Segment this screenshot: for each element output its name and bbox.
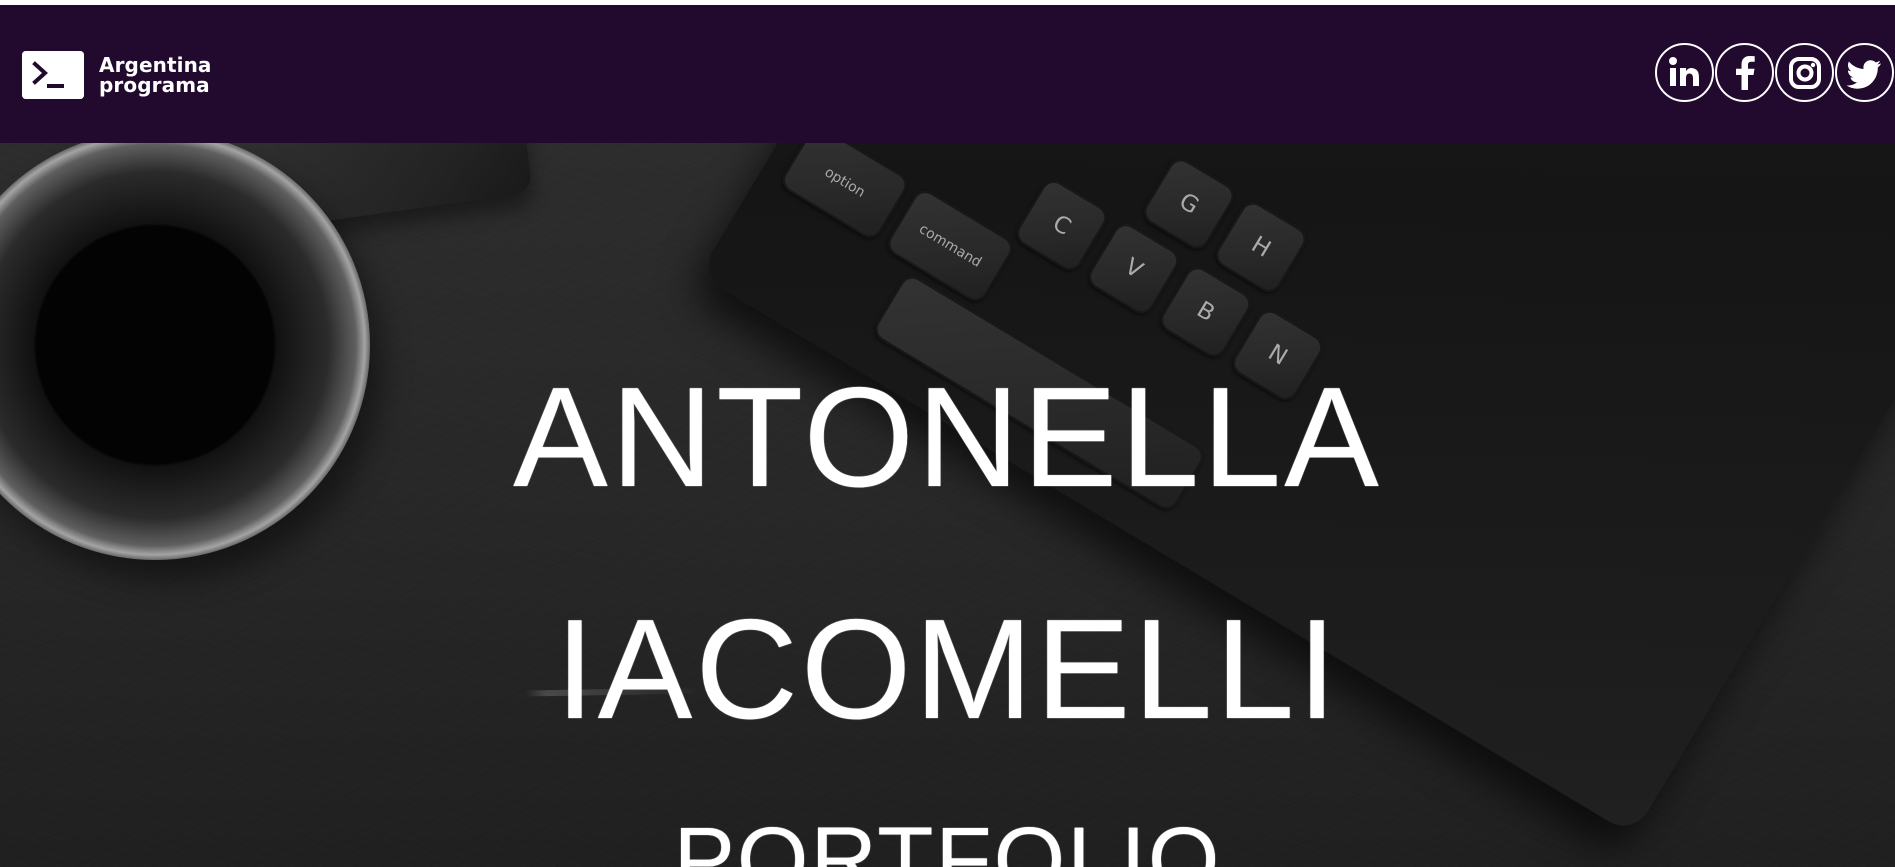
terminal-prompt-icon — [22, 51, 84, 99]
portfolio-subtitle: PORTFOLIO — [673, 809, 1222, 867]
brand-line-programa: programa — [99, 73, 210, 97]
facebook-icon — [1735, 55, 1755, 90]
linkedin-link[interactable] — [1655, 43, 1714, 102]
hero-section: option command C V B N G H ANTONELLA IAC… — [0, 143, 1895, 867]
instagram-icon — [1788, 56, 1821, 89]
argentina-programa-logo-link[interactable]: Argentina programa — [22, 48, 212, 102]
first-name-heading: ANTONELLA — [513, 358, 1382, 518]
portfolio-page: Argentina programa option command C V B … — [0, 0, 1895, 867]
hero-title-block: ANTONELLA IACOMELLI PORTFOLIO — [0, 143, 1895, 867]
brand-text: Argentina programa — [99, 55, 212, 95]
facebook-link[interactable] — [1715, 43, 1774, 102]
twitter-link[interactable] — [1835, 43, 1894, 102]
social-links — [1655, 43, 1894, 102]
twitter-icon — [1845, 59, 1881, 89]
last-name-heading: IACOMELLI — [555, 590, 1340, 750]
instagram-link[interactable] — [1775, 43, 1834, 102]
linkedin-icon — [1668, 56, 1699, 86]
brand-line-argentina: Argentina — [99, 53, 212, 77]
top-navbar: Argentina programa — [0, 5, 1895, 143]
